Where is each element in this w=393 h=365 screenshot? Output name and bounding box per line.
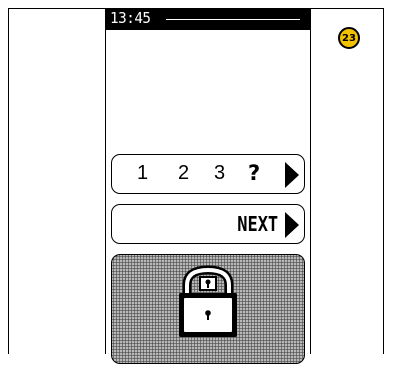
lock-panel[interactable] bbox=[111, 254, 305, 364]
code-digit-1: 1 bbox=[137, 162, 149, 184]
code-digit-3: 3 bbox=[214, 162, 226, 184]
padlock-icon bbox=[179, 265, 237, 337]
next-button[interactable]: NEXT bbox=[111, 204, 305, 244]
code-entry-row[interactable]: 1 2 3 ? bbox=[111, 154, 305, 194]
arrow-right-icon[interactable] bbox=[285, 162, 299, 188]
device-screen: 13:45 1 2 3 ? NEXT bbox=[105, 8, 311, 364]
code-digit-placeholder: ? bbox=[248, 161, 261, 185]
clock: 13:45 bbox=[110, 9, 151, 27]
status-bar: 13:45 bbox=[106, 8, 310, 30]
code-digit-2: 2 bbox=[178, 162, 190, 184]
arrow-right-icon bbox=[285, 212, 299, 238]
step-number-badge: 23 bbox=[338, 27, 360, 49]
next-button-label: NEXT bbox=[237, 212, 278, 236]
status-divider-line bbox=[166, 19, 300, 20]
